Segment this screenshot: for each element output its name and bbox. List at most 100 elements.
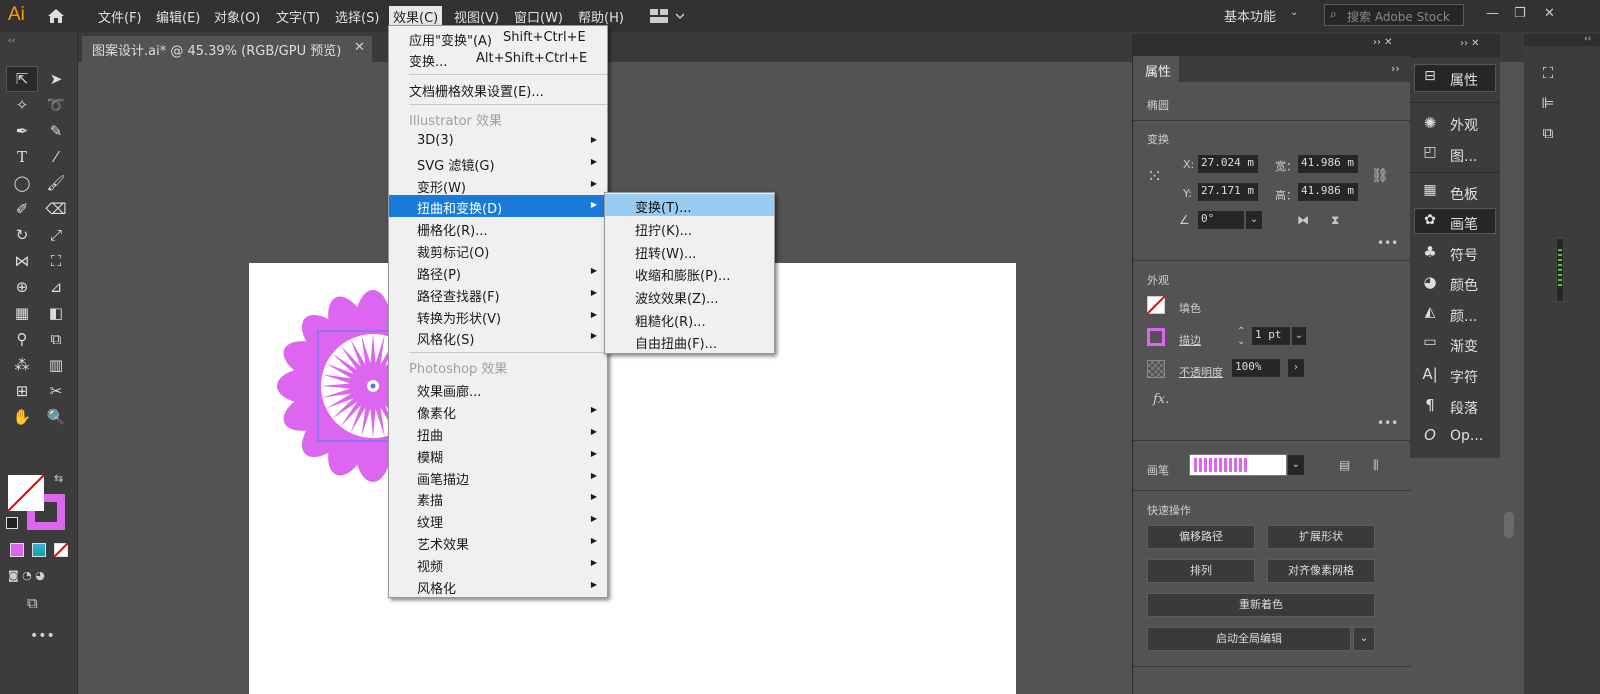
- brush-panel-icon[interactable]: ⫼: [1373, 458, 1379, 473]
- scale-tool-icon[interactable]: ⤢: [45, 224, 67, 246]
- panel-appearance[interactable]: 外观: [1450, 115, 1478, 135]
- menu-item-crop-marks[interactable]: 裁剪标记(O): [389, 239, 607, 261]
- panel-properties[interactable]: 属性: [1450, 70, 1478, 90]
- fill-none-swatch-icon[interactable]: [1147, 296, 1165, 314]
- none-mode-icon[interactable]: [54, 543, 68, 557]
- menu-item-artistic[interactable]: 艺术效果 ▶: [389, 531, 607, 553]
- stroke-swatch-icon[interactable]: [1147, 328, 1165, 346]
- lasso-tool-icon[interactable]: ➰: [45, 94, 67, 116]
- menu-item-raster-settings[interactable]: 文档栅格效果设置(E)...: [389, 78, 607, 100]
- minimize-icon[interactable]: —: [1486, 6, 1499, 21]
- transform-panel-icon[interactable]: ⛶: [1536, 64, 1560, 82]
- panel-scrollbar-thumb[interactable]: [1504, 512, 1514, 538]
- submenu-item-roughen[interactable]: 粗糙化(R)...: [605, 308, 774, 330]
- menu-edit[interactable]: 编辑(E): [152, 6, 204, 27]
- home-icon[interactable]: [46, 6, 66, 26]
- menu-item-warp[interactable]: 变形(W) ▶: [389, 174, 607, 196]
- paintbrush-tool-icon[interactable]: 🖌: [45, 172, 67, 194]
- expand-shape-button[interactable]: 扩展形状: [1267, 525, 1375, 549]
- offset-path-button[interactable]: 偏移路径: [1147, 525, 1255, 549]
- panel-opentype[interactable]: Op...: [1450, 428, 1483, 444]
- slice-tool-icon[interactable]: ✂: [45, 380, 67, 402]
- recolor-button[interactable]: 重新着色: [1147, 593, 1375, 617]
- menu-window[interactable]: 窗口(W): [510, 6, 567, 27]
- eraser-tool-icon[interactable]: ⌫: [45, 198, 67, 220]
- rotate-tool-icon[interactable]: ↻: [11, 224, 33, 246]
- selection-tool-icon[interactable]: ⇱: [11, 68, 33, 90]
- collapse-panel-icon[interactable]: ›› ✕: [1373, 37, 1393, 48]
- panel-character[interactable]: 字符: [1450, 367, 1478, 387]
- swatches-icon[interactable]: ▦: [1420, 182, 1440, 198]
- hand-tool-icon[interactable]: ✋: [11, 406, 33, 428]
- menu-item-distort-transform[interactable]: 扭曲和变换(D) ▶: [389, 195, 607, 217]
- collapse-icon[interactable]: ‹‹: [1584, 34, 1591, 44]
- submenu-item-pucker-twist[interactable]: 扭拧(K)...: [605, 217, 774, 239]
- rotate-dropdown-icon[interactable]: ⌄: [1245, 210, 1263, 230]
- opacity-label[interactable]: 不透明度: [1179, 364, 1223, 380]
- rotate-field[interactable]: 0°: [1197, 210, 1245, 230]
- width-field[interactable]: 41.986 m: [1297, 154, 1359, 174]
- fx-button[interactable]: fx.: [1153, 392, 1169, 407]
- collapse-icon[interactable]: ›› ✕: [1460, 38, 1480, 49]
- more-options-icon[interactable]: •••: [1377, 416, 1398, 430]
- line-tool-icon[interactable]: ⁄: [45, 146, 67, 168]
- menu-item-convert-to-shape[interactable]: 转换为形状(V) ▶: [389, 305, 607, 327]
- menu-item-stylize-ps[interactable]: 风格化 ▶: [389, 575, 607, 597]
- collapse-icon[interactable]: ‹‹: [8, 36, 15, 46]
- symbols-icon[interactable]: ♣: [1420, 243, 1440, 261]
- character-icon[interactable]: A|: [1420, 365, 1440, 383]
- submenu-item-free-distort[interactable]: 自由扭曲(F)...: [605, 330, 774, 352]
- menu-item-pathfinder[interactable]: 路径查找器(F) ▶: [389, 283, 607, 305]
- global-edit-dropdown-icon[interactable]: ⌄: [1353, 627, 1375, 651]
- restore-icon[interactable]: ❐: [1514, 6, 1526, 21]
- menu-help[interactable]: 帮助(H): [574, 6, 628, 27]
- pathfinder-panel-icon[interactable]: ⧉: [1536, 124, 1560, 142]
- brush-library-icon[interactable]: ▤: [1339, 458, 1350, 472]
- document-tab[interactable]: 图案设计.ai* @ 45.39% (RGB/GPU 预览) ✕: [82, 36, 372, 62]
- menu-item-3d[interactable]: 3D(3) ▶: [389, 130, 607, 152]
- pen-tool-icon[interactable]: ✒: [11, 120, 33, 142]
- menu-item-sketch[interactable]: 素描 ▶: [389, 487, 607, 509]
- free-transform-tool-icon[interactable]: ⛶: [45, 250, 67, 272]
- flip-vertical-icon[interactable]: ⧗: [1331, 213, 1339, 228]
- panel-swatches[interactable]: 色板: [1450, 184, 1478, 204]
- panel-menu-icon[interactable]: ››: [1391, 62, 1400, 75]
- menu-view[interactable]: 视图(V): [450, 6, 503, 27]
- ellipse-tool-icon[interactable]: ◯: [11, 172, 33, 194]
- stock-search-input[interactable]: 搜索 Adobe Stock: [1324, 4, 1464, 26]
- menu-item-video[interactable]: 视频 ▶: [389, 553, 607, 575]
- menu-item-distort[interactable]: 扭曲 ▶: [389, 422, 607, 444]
- gradient-tool-icon[interactable]: ◧: [45, 302, 67, 324]
- brushes-icon[interactable]: ✿: [1420, 212, 1440, 228]
- shape-builder-tool-icon[interactable]: ⊕: [11, 276, 33, 298]
- x-field[interactable]: 27.024 m: [1197, 154, 1259, 174]
- color-guide-icon[interactable]: ◭: [1420, 304, 1440, 320]
- column-graph-tool-icon[interactable]: ▥: [45, 354, 67, 376]
- color-mode-icon[interactable]: [10, 543, 24, 557]
- align-pixel-grid-button[interactable]: 对齐像素网格: [1267, 559, 1375, 583]
- panel-paragraph[interactable]: 段落: [1450, 398, 1478, 418]
- color-icon[interactable]: ◕: [1420, 273, 1440, 291]
- scrollbar-track[interactable]: [1556, 238, 1564, 302]
- shaper-tool-icon[interactable]: ✐: [11, 198, 33, 220]
- tab-properties[interactable]: 属性: [1133, 56, 1179, 82]
- close-icon[interactable]: ✕: [1544, 6, 1555, 21]
- y-field[interactable]: 27.171 m: [1197, 182, 1259, 202]
- curvature-tool-icon[interactable]: ✎: [45, 120, 67, 142]
- mesh-tool-icon[interactable]: ▦: [11, 302, 33, 324]
- menu-item-apply-transform[interactable]: 应用"变换"(A) Shift+Ctrl+E: [389, 27, 607, 49]
- menu-item-transform[interactable]: 变换... Alt+Shift+Ctrl+E: [389, 48, 607, 70]
- brush-dropdown-icon[interactable]: ⌄: [1287, 454, 1305, 476]
- type-tool-icon[interactable]: T: [11, 146, 33, 168]
- stroke-label[interactable]: 描边: [1179, 332, 1201, 348]
- panel-graphic-styles[interactable]: 图...: [1450, 146, 1477, 166]
- swap-fill-stroke-icon[interactable]: ⇆: [54, 472, 63, 485]
- stroke-stepper-icon[interactable]: ⌃ ⌄: [1237, 327, 1245, 347]
- magic-wand-tool-icon[interactable]: ✧: [11, 94, 33, 116]
- paragraph-icon[interactable]: ¶: [1420, 396, 1440, 414]
- menu-item-rasterize[interactable]: 栅格化(R)...: [389, 217, 607, 239]
- gradient-mode-icon[interactable]: [32, 543, 46, 557]
- width-tool-icon[interactable]: ⋈: [11, 250, 33, 272]
- submenu-item-twist[interactable]: 扭转(W)...: [605, 240, 774, 262]
- direct-selection-tool-icon[interactable]: ➤: [45, 68, 67, 90]
